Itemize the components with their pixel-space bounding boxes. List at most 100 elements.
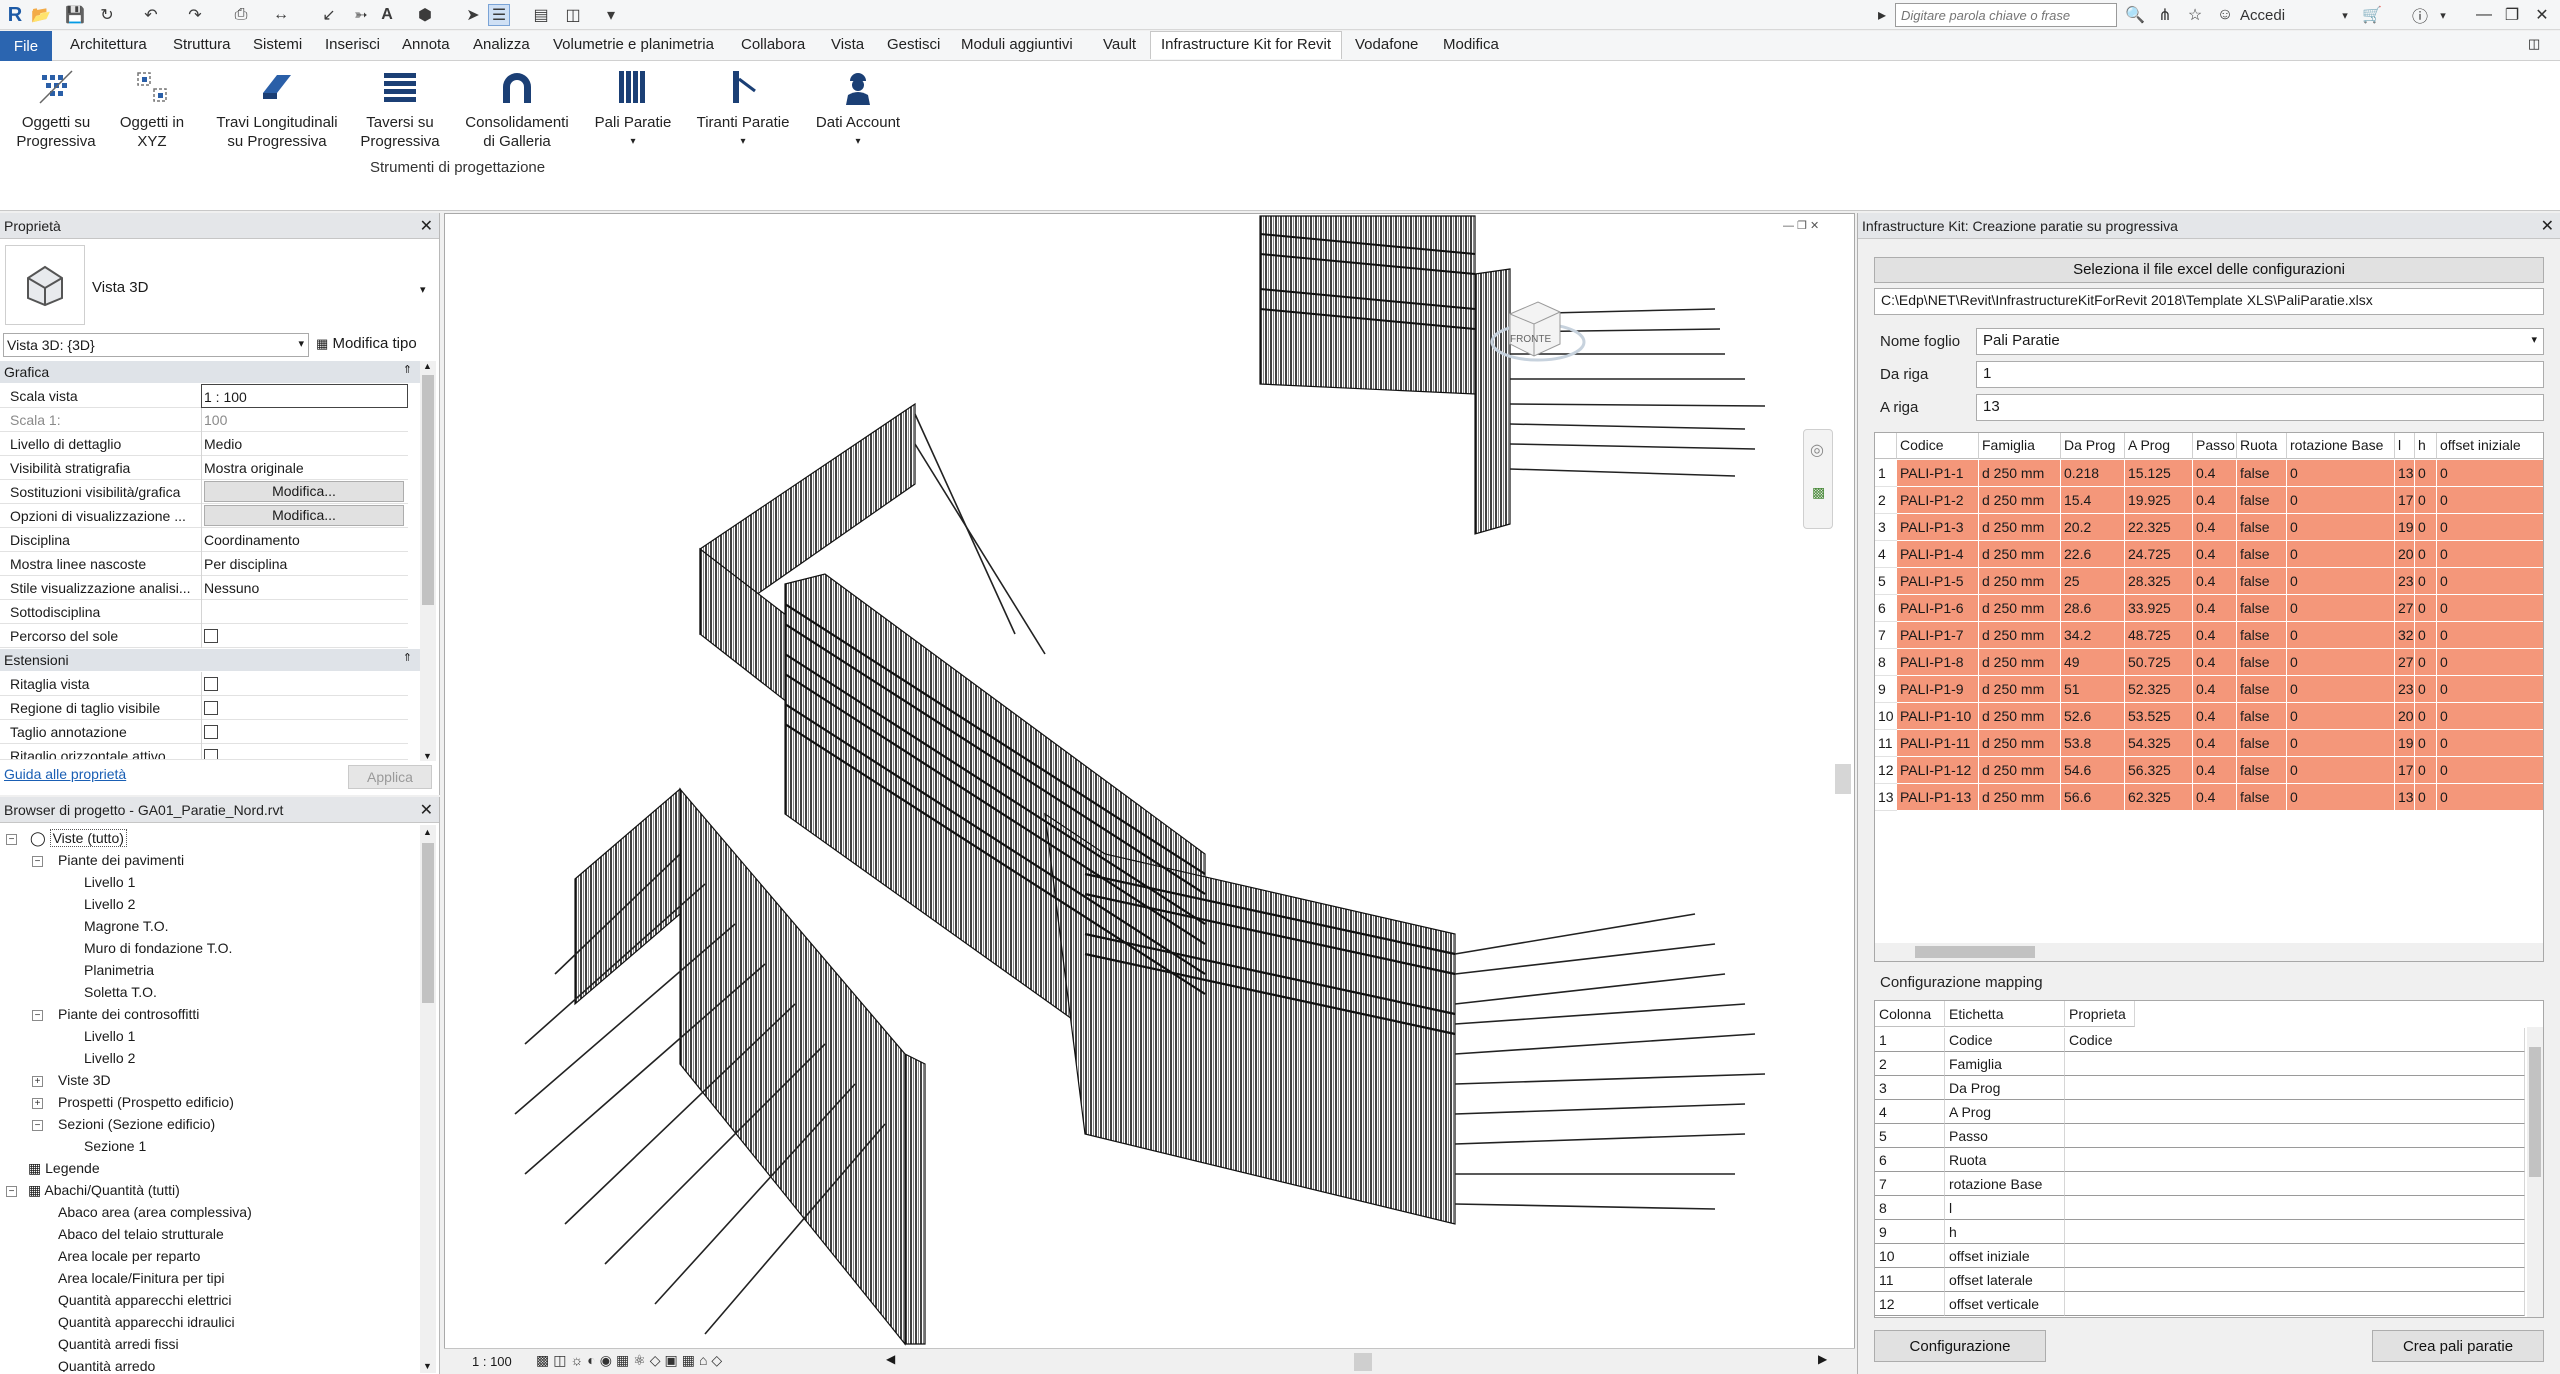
grid-cell[interactable]: 0.4	[2193, 595, 2237, 622]
menu-volumetrie[interactable]: Volumetrie e planimetria	[553, 36, 714, 53]
prop-row[interactable]: Livello di dettaglio Medio	[0, 432, 408, 456]
mapping-cell[interactable]	[2065, 1172, 2525, 1196]
mapping-column-header[interactable]: Etichetta	[1945, 1001, 2065, 1027]
grid-cell[interactable]: 20.2	[2061, 514, 2125, 541]
configuration-grid[interactable]: Codice Famiglia Da Prog A Prog Passo Ruota rot…	[1874, 432, 2544, 962]
grid-cell[interactable]: 20	[2395, 703, 2415, 730]
search-icon[interactable]: 🔍	[2124, 4, 2146, 26]
tree-item[interactable]: ◯ Viste (tutto)	[30, 829, 127, 847]
mapping-cell[interactable]	[2065, 1220, 2525, 1244]
grid-cell[interactable]: 0.4	[2193, 784, 2237, 811]
grid-cell[interactable]: d 250 mm	[1979, 649, 2061, 676]
close-plugin-icon[interactable]: ✕	[2541, 216, 2554, 236]
sheet-select[interactable]: Pali Paratie ▾	[1976, 328, 2544, 355]
grid-cell[interactable]: 0	[2287, 784, 2395, 811]
grid-row-number[interactable]: 13	[1875, 784, 1897, 811]
mapping-cell[interactable]: Passo	[1945, 1124, 2065, 1148]
mapping-cell[interactable]: 10	[1875, 1244, 1945, 1268]
grid-cell[interactable]: 0.4	[2193, 730, 2237, 757]
grid-cell[interactable]: false	[2237, 622, 2287, 649]
mapping-cell[interactable]: A Prog	[1945, 1100, 2065, 1124]
grid-cell[interactable]: 0	[2415, 703, 2437, 730]
grid-cell[interactable]: 0	[2287, 460, 2395, 487]
grid-cell[interactable]: false	[2237, 568, 2287, 595]
menu-file[interactable]: File	[0, 31, 52, 61]
mapping-cell[interactable]: 11	[1875, 1268, 1945, 1292]
mapping-cell[interactable]: offset laterale	[1945, 1268, 2065, 1292]
section-icon[interactable]: ➤	[462, 4, 484, 26]
grid-cell[interactable]: false	[2237, 595, 2287, 622]
grid-cell[interactable]: false	[2237, 460, 2287, 487]
menu-annota[interactable]: Annota	[402, 36, 450, 53]
grid-cell[interactable]: PALI-P1-2	[1897, 487, 1979, 514]
menu-inserisci[interactable]: Inserisci	[325, 36, 380, 53]
tree-item[interactable]: Quantità arredi fissi	[58, 1336, 179, 1352]
grid-row-number[interactable]: 12	[1875, 757, 1897, 784]
subscription-icon[interactable]: ⋔	[2154, 4, 2176, 26]
close-properties-icon[interactable]: ✕	[420, 216, 433, 236]
menu-collabora[interactable]: Collabora	[741, 36, 805, 53]
mapping-cell[interactable]: offset iniziale	[1945, 1244, 2065, 1268]
mapping-cell[interactable]: 3	[1875, 1076, 1945, 1100]
help-dropdown-icon[interactable]: ▾	[2436, 4, 2450, 26]
grid-column-header[interactable]: Codice	[1897, 433, 1979, 459]
grid-cell[interactable]: 22.6	[2061, 541, 2125, 568]
mapping-cell[interactable]	[2065, 1292, 2525, 1316]
grid-cell[interactable]: 0	[2437, 487, 2543, 514]
grid-cell[interactable]: 0	[2415, 730, 2437, 757]
tree-item[interactable]: Livello 2	[84, 896, 135, 912]
grid-cell[interactable]: 0	[2415, 676, 2437, 703]
tree-item[interactable]: Area locale per reparto	[58, 1248, 200, 1264]
grid-column-header[interactable]: offset iniziale	[2437, 433, 2543, 459]
grid-row-number[interactable]: 5	[1875, 568, 1897, 595]
create-piles-button[interactable]: Crea pali paratie	[2372, 1330, 2544, 1362]
measure-icon[interactable]: ↔	[270, 4, 292, 26]
tree-item[interactable]: Planimetria	[84, 962, 154, 978]
properties-help-link[interactable]: Guida alle proprietà	[4, 766, 126, 782]
toggle-collapse[interactable]: −	[6, 1186, 17, 1197]
grid-cell[interactable]: 0	[2287, 568, 2395, 595]
grid-cell[interactable]: 53.8	[2061, 730, 2125, 757]
mapping-cell[interactable]: 9	[1875, 1220, 1945, 1244]
grid-cell[interactable]: 0	[2437, 595, 2543, 622]
grid-cell[interactable]: d 250 mm	[1979, 622, 2061, 649]
grid-cell[interactable]: 0	[2415, 568, 2437, 595]
grid-cell[interactable]: 24.725	[2125, 541, 2193, 568]
grid-row-number[interactable]: 1	[1875, 460, 1897, 487]
grid-cell[interactable]: 0	[2415, 514, 2437, 541]
grid-cell[interactable]: 19.925	[2125, 487, 2193, 514]
mapping-cell[interactable]: 8	[1875, 1196, 1945, 1220]
mapping-cell[interactable]: Ruota	[1945, 1148, 2065, 1172]
grid-cell[interactable]: 15.125	[2125, 460, 2193, 487]
favorites-icon[interactable]: ☆	[2184, 4, 2206, 26]
grid-cell[interactable]: 23	[2395, 568, 2415, 595]
prop-row[interactable]: Regione di taglio visibile	[0, 696, 408, 720]
mapping-cell[interactable]: Codice	[1945, 1028, 2065, 1052]
properties-scrollbar[interactable]: ▲ ▼	[420, 361, 436, 761]
grid-cell[interactable]: 0	[2287, 622, 2395, 649]
grid-cell[interactable]: 22.325	[2125, 514, 2193, 541]
menu-vista[interactable]: Vista	[831, 36, 864, 53]
toggle-collapse[interactable]: −	[32, 1010, 43, 1021]
mapping-cell[interactable]: rotazione Base	[1945, 1172, 2065, 1196]
grid-cell[interactable]: 0	[2287, 703, 2395, 730]
grid-cell[interactable]: 56.325	[2125, 757, 2193, 784]
oggetti-progressiva-button[interactable]: Oggetti su Progressiva	[12, 65, 100, 151]
select-excel-button[interactable]: Seleziona il file excel delle configuraz…	[1874, 257, 2544, 283]
user-icon[interactable]: ☺	[2214, 4, 2236, 26]
grid-cell[interactable]: 32	[2395, 622, 2415, 649]
mapping-cell[interactable]	[2065, 1244, 2525, 1268]
menu-vault[interactable]: Vault	[1103, 36, 1136, 53]
tree-item[interactable]: Muro di fondazione T.O.	[84, 940, 232, 956]
grid-cell[interactable]: d 250 mm	[1979, 541, 2061, 568]
keyword-search-input[interactable]	[1895, 3, 2117, 27]
grid-row-number[interactable]: 2	[1875, 487, 1897, 514]
tree-item[interactable]: Soletta T.O.	[84, 984, 157, 1000]
menu-struttura[interactable]: Struttura	[173, 36, 231, 53]
grid-cell[interactable]: 0	[2415, 649, 2437, 676]
menu-infrastructure-kit[interactable]: Infrastructure Kit for Revit	[1150, 31, 1343, 59]
retaining-wall-model[interactable]	[445, 214, 1854, 1347]
grid-column-header[interactable]: h	[2415, 433, 2437, 459]
menu-vodafone[interactable]: Vodafone	[1355, 36, 1418, 53]
toggle-expand[interactable]: +	[32, 1076, 43, 1087]
